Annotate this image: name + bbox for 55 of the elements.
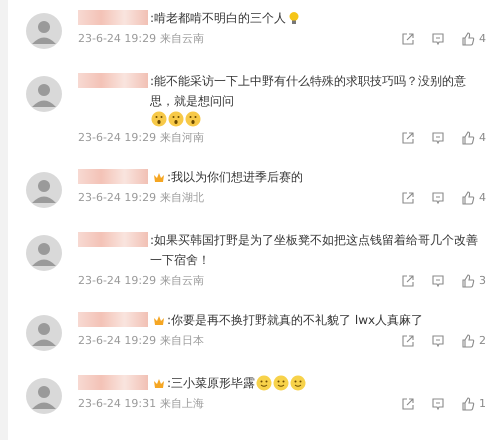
avatar-icon[interactable] (26, 76, 62, 112)
lightbulb-icon (287, 11, 302, 25)
share-icon[interactable] (401, 190, 415, 204)
comment-time: 23-6-24 19:29 (78, 274, 156, 287)
avatar-icon[interactable] (26, 235, 62, 271)
share-icon[interactable] (401, 334, 415, 348)
comment-location: 来自云南 (160, 31, 204, 46)
avatar-icon[interactable] (26, 13, 62, 49)
share-icon[interactable] (401, 130, 415, 144)
like-button[interactable]: 1 (461, 396, 486, 410)
comment-location: 来自云南 (160, 273, 204, 288)
comment-icon[interactable] (431, 396, 445, 410)
comment-icon[interactable] (431, 334, 445, 348)
smiley-emoji-icon (273, 375, 290, 391)
avatar-icon[interactable] (26, 315, 62, 351)
comment-icon[interactable] (431, 274, 445, 288)
blurred-name-drawing (78, 312, 148, 327)
comment-icon[interactable] (431, 190, 445, 204)
share-icon[interactable] (401, 32, 415, 46)
surprised-emoji-icon (168, 111, 184, 127)
comment-text: :三小菜原形毕露 (167, 375, 256, 392)
share-icon[interactable] (401, 396, 415, 410)
like-button[interactable]: 4 (461, 32, 486, 46)
like-button[interactable]: 3 (461, 274, 486, 288)
comment-location: 来自日本 (160, 333, 204, 348)
comment-text: :能不能采访一下上中野有什么特殊的求职技巧吗？没别的意思，就是想问问 (150, 73, 468, 110)
avatar-icon[interactable] (26, 378, 62, 414)
blurred-name-drawing (78, 73, 148, 88)
like-button[interactable]: 2 (461, 334, 486, 348)
surprised-emoji-icon (185, 111, 201, 127)
like-button[interactable]: 4 (461, 190, 486, 204)
blurred-name-drawing (78, 375, 148, 390)
comment-time: 23-6-24 19:29 (78, 191, 156, 204)
comment-location: 来自上海 (160, 396, 204, 411)
avatar-icon[interactable] (26, 172, 62, 208)
comment-time: 23-6-24 19:29 (78, 334, 156, 347)
blurred-name-drawing (78, 169, 148, 184)
comment-time: 23-6-24 19:29 (78, 32, 156, 45)
comment-time: 23-6-24 19:29 (78, 131, 156, 144)
smiley-emoji-icon (256, 375, 272, 391)
comment-text: :你要是再不换打野就真的不礼貌了 lwx人真麻了 (167, 312, 424, 329)
comment-text: :我以为你们想进季后赛的 (167, 169, 304, 186)
comment-time: 23-6-24 19:31 (78, 397, 156, 410)
comment-text: :啃老都啃不明白的三个人 (150, 10, 286, 27)
blurred-name-drawing (78, 232, 148, 247)
surprised-emoji-icon (151, 111, 167, 127)
comment-icon[interactable] (431, 32, 445, 46)
comment-location: 来自河南 (160, 130, 204, 145)
smiley-emoji-icon (290, 375, 306, 391)
comment-icon[interactable] (431, 130, 445, 144)
comment-location: 来自湖北 (160, 190, 204, 205)
like-button[interactable]: 4 (461, 130, 486, 144)
comment-text: :如果买韩国打野是为了坐板凳不如把这点钱留着给哥几个改善一下宿舍！ (150, 232, 480, 269)
blurred-name-drawing (78, 10, 148, 25)
share-icon[interactable] (401, 274, 415, 288)
